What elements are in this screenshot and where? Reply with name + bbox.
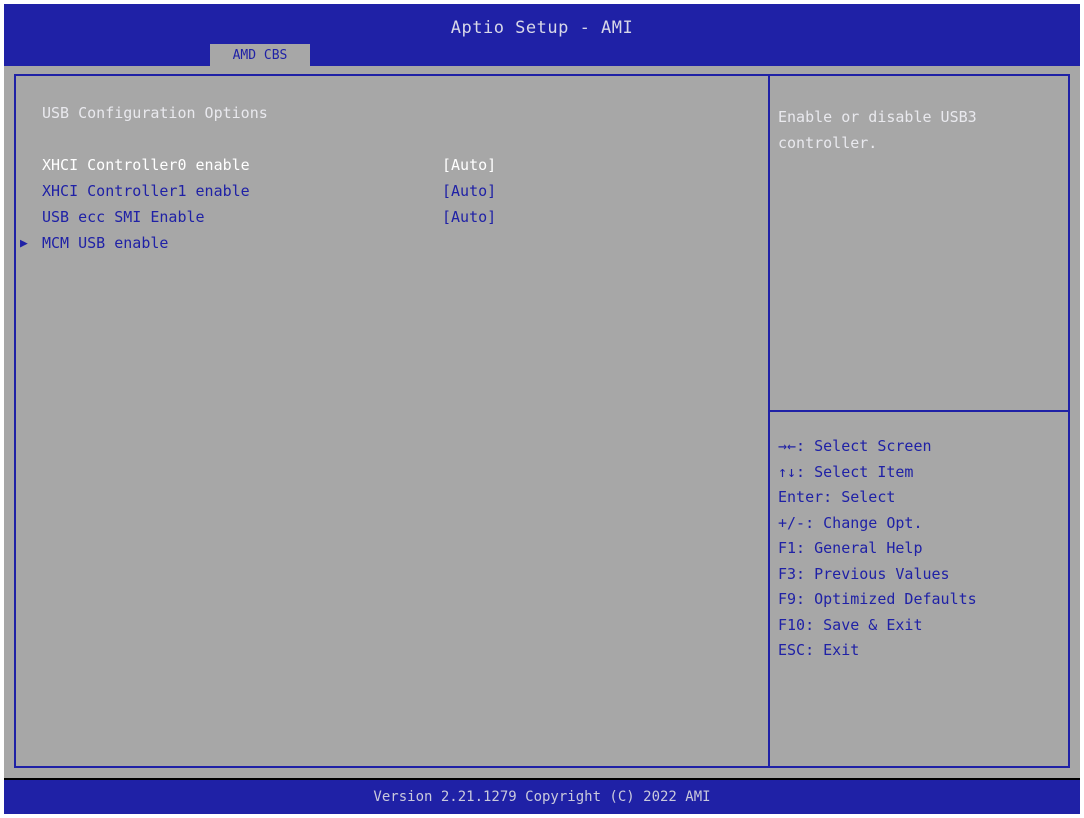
option-xhci-controller1[interactable]: XHCI Controller1 enable [Auto] xyxy=(42,182,782,206)
option-xhci-controller0[interactable]: XHCI Controller0 enable [Auto] xyxy=(42,156,782,180)
option-value[interactable]: [Auto] xyxy=(442,208,496,226)
option-label: XHCI Controller1 enable xyxy=(42,182,250,200)
key-select-item: ↑↓: Select Item xyxy=(778,462,914,481)
section-title: USB Configuration Options xyxy=(42,104,268,122)
key-change-opt: +/-: Change Opt. xyxy=(778,513,923,532)
key-previous-values: F3: Previous Values xyxy=(778,564,950,583)
key-enter: Enter: Select xyxy=(778,488,896,506)
option-value[interactable]: [Auto] xyxy=(442,182,496,200)
app-title: Aptio Setup - AMI xyxy=(450,18,634,38)
header-bar: Aptio Setup - AMI AMD CBS xyxy=(4,4,1080,66)
submenu-label: MCM USB enable xyxy=(42,234,169,252)
key-general-help: F1: General Help xyxy=(778,539,923,557)
option-label: USB ecc SMI Enable xyxy=(42,208,205,226)
submenu-mcm-usb[interactable]: ▶ MCM USB enable xyxy=(20,234,782,258)
option-value[interactable]: [Auto] xyxy=(442,156,496,174)
tab-amd-cbs[interactable]: AMD CBS xyxy=(210,44,310,66)
option-label: XHCI Controller0 enable xyxy=(42,156,250,174)
key-select-screen: →←: Select Screen xyxy=(778,437,932,455)
help-divider xyxy=(770,410,1068,412)
key-esc-exit: ESC: Exit xyxy=(778,641,860,659)
main-panel: USB Configuration Options XHCI Controlle… xyxy=(14,74,770,768)
help-panel: Enable or disable USB3 controller. →←: S… xyxy=(768,74,1070,768)
key-legend: →←: Select Screen ↑↓: Select Item Enter:… xyxy=(778,434,1064,664)
key-optimized-defaults: F9: Optimized Defaults xyxy=(778,590,977,608)
submenu-arrow-icon: ▶ xyxy=(20,236,28,251)
option-usb-ecc-smi[interactable]: USB ecc SMI Enable [Auto] xyxy=(42,208,782,232)
setup-body: USB Configuration Options XHCI Controlle… xyxy=(4,66,1080,778)
help-description: Enable or disable USB3 controller. xyxy=(778,108,977,152)
footer-version: Version 2.21.1279 Copyright (C) 2022 AMI xyxy=(4,780,1080,814)
key-save-exit: F10: Save & Exit xyxy=(778,615,923,634)
